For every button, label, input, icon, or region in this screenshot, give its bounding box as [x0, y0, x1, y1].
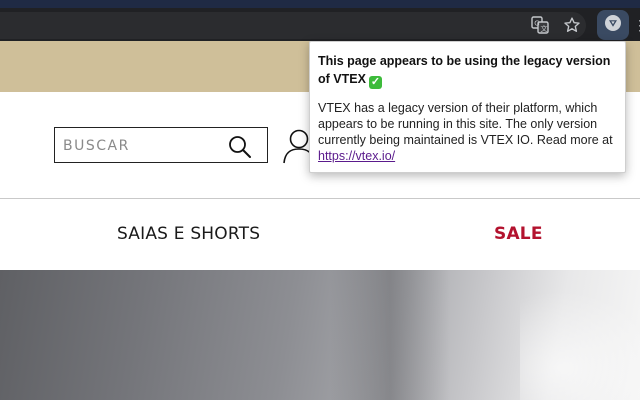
search-input[interactable] [63, 135, 223, 157]
nav-item-sale[interactable]: SALE [494, 224, 543, 244]
svg-text:G: G [534, 20, 539, 28]
address-bar[interactable] [0, 12, 586, 39]
check-badge-icon: ✓ [368, 76, 382, 89]
search-box[interactable] [54, 127, 268, 163]
popup-body: VTEX has a legacy version of their platf… [318, 100, 617, 164]
extension-icon [603, 13, 623, 38]
hero-fabric-shade [330, 270, 450, 400]
star-icon[interactable] [559, 12, 585, 38]
category-nav [0, 199, 640, 270]
browser-top-strip [0, 0, 640, 8]
svg-text:文: 文 [541, 24, 548, 33]
popup-title: This page appears to be using the legacy… [318, 52, 617, 89]
extension-popup: This page appears to be using the legacy… [309, 41, 626, 173]
hero-banner-image[interactable] [0, 270, 640, 400]
popup-body-text: VTEX has a legacy version of their platf… [318, 101, 613, 147]
search-icon[interactable] [227, 134, 253, 160]
vtex-io-link[interactable]: https://vtex.io/ [318, 149, 395, 163]
nav-item-saias-e-shorts[interactable]: SAIAS E SHORTS [117, 224, 260, 244]
more-vert-icon[interactable]: ⋮ [633, 14, 640, 36]
hero-fabric-highlight [520, 290, 640, 400]
extension-button[interactable] [597, 10, 629, 40]
translate-icon[interactable]: G 文 [527, 12, 553, 38]
popup-title-text: This page appears to be using the legacy… [318, 54, 611, 86]
